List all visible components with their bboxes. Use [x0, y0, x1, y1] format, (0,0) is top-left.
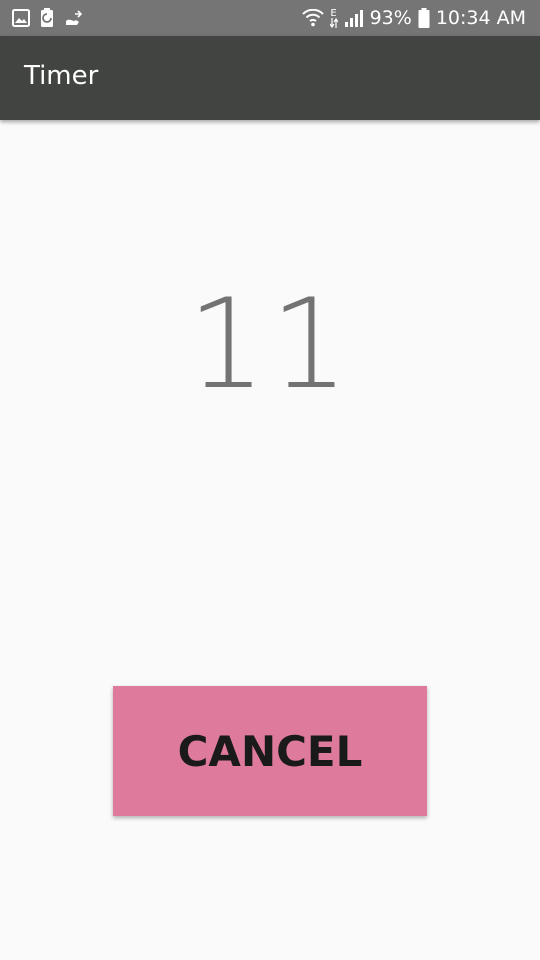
battery-icon: [418, 8, 430, 28]
status-system-icons: E 93% 10:34 AM: [301, 0, 526, 36]
app-bar: Timer: [0, 36, 540, 120]
signal-icon: [344, 9, 364, 27]
notification-icon: [64, 9, 86, 27]
image-icon: [12, 9, 30, 27]
page-title: Timer: [24, 61, 99, 91]
battery-percent: 93%: [369, 7, 412, 29]
wifi-icon: [301, 9, 324, 27]
network-type-label: E: [330, 7, 337, 19]
status-time: 10:34 AM: [435, 7, 526, 29]
battery-saver-icon: [40, 8, 54, 28]
cancel-button[interactable]: CANCEL: [113, 686, 427, 816]
status-bar: E 93% 10:34 AM: [0, 0, 540, 36]
data-e-icon: E: [329, 7, 338, 28]
status-notification-icons: [12, 0, 86, 36]
countdown-display: 11: [187, 273, 353, 417]
